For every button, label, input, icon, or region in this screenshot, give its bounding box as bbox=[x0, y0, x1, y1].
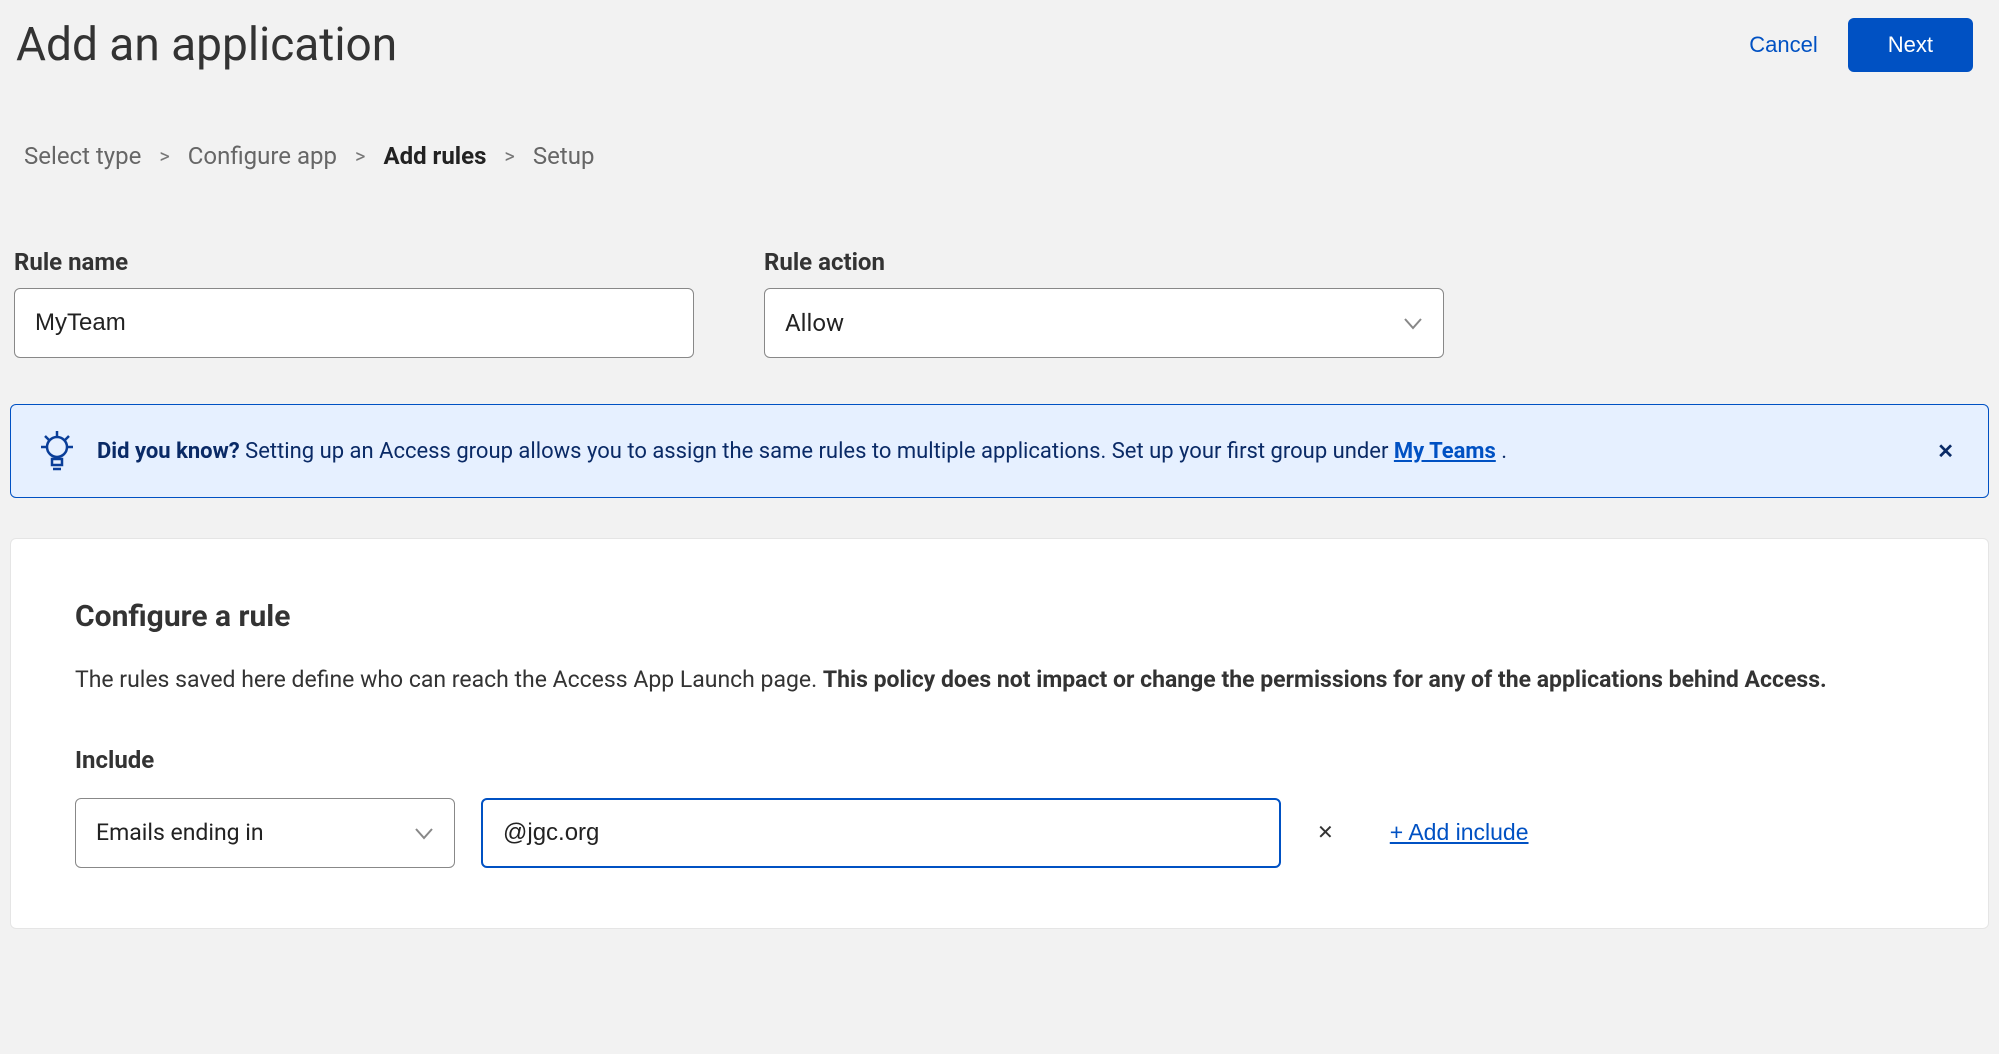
chevron-right-icon: > bbox=[159, 144, 169, 168]
header-actions: Cancel Next bbox=[1749, 18, 1983, 72]
include-row: Emails ending in ✕ + Add include bbox=[75, 798, 1924, 868]
wizard-step-select-type[interactable]: Select type bbox=[24, 142, 141, 170]
info-banner: Did you know? Setting up an Access group… bbox=[10, 404, 1989, 498]
next-button[interactable]: Next bbox=[1848, 18, 1973, 72]
cancel-button[interactable]: Cancel bbox=[1749, 32, 1817, 58]
rule-name-input[interactable] bbox=[14, 288, 694, 358]
chevron-right-icon: > bbox=[355, 144, 365, 168]
banner-text: Did you know? Setting up an Access group… bbox=[97, 439, 1909, 464]
desc-bold: This policy does not impact or change th… bbox=[823, 666, 1827, 693]
include-selector[interactable]: Emails ending in bbox=[75, 798, 455, 868]
include-selector-value: Emails ending in bbox=[96, 819, 264, 846]
banner-trailing: . bbox=[1496, 439, 1507, 464]
lightbulb-icon bbox=[37, 429, 77, 473]
configure-rule-description: The rules saved here define who can reac… bbox=[75, 662, 1855, 698]
wizard-step-add-rules[interactable]: Add rules bbox=[383, 142, 486, 170]
include-value-input[interactable] bbox=[481, 798, 1281, 868]
rule-name-label: Rule name bbox=[14, 248, 694, 276]
wizard-steps: Select type > Configure app > Add rules … bbox=[10, 72, 1989, 170]
desc-prefix: The rules saved here define who can reac… bbox=[75, 666, 823, 693]
page-title: Add an application bbox=[16, 18, 397, 72]
remove-include-button[interactable]: ✕ bbox=[1307, 814, 1344, 851]
add-include-button[interactable]: + Add include bbox=[1390, 819, 1529, 846]
wizard-step-configure-app[interactable]: Configure app bbox=[188, 142, 337, 170]
wizard-step-setup[interactable]: Setup bbox=[533, 142, 595, 170]
configure-rule-title: Configure a rule bbox=[75, 599, 1924, 634]
include-label: Include bbox=[75, 746, 1924, 774]
rule-action-select[interactable]: Allow bbox=[764, 288, 1444, 358]
rule-action-value: Allow bbox=[785, 309, 844, 337]
chevron-right-icon: > bbox=[504, 144, 514, 168]
banner-body: Setting up an Access group allows you to… bbox=[240, 439, 1394, 464]
configure-rule-panel: Configure a rule The rules saved here de… bbox=[10, 538, 1989, 929]
banner-lead: Did you know? bbox=[97, 439, 240, 464]
banner-link-my-teams[interactable]: My Teams bbox=[1394, 439, 1496, 464]
close-icon[interactable]: ✕ bbox=[1929, 435, 1962, 468]
rule-action-label: Rule action bbox=[764, 248, 1444, 276]
